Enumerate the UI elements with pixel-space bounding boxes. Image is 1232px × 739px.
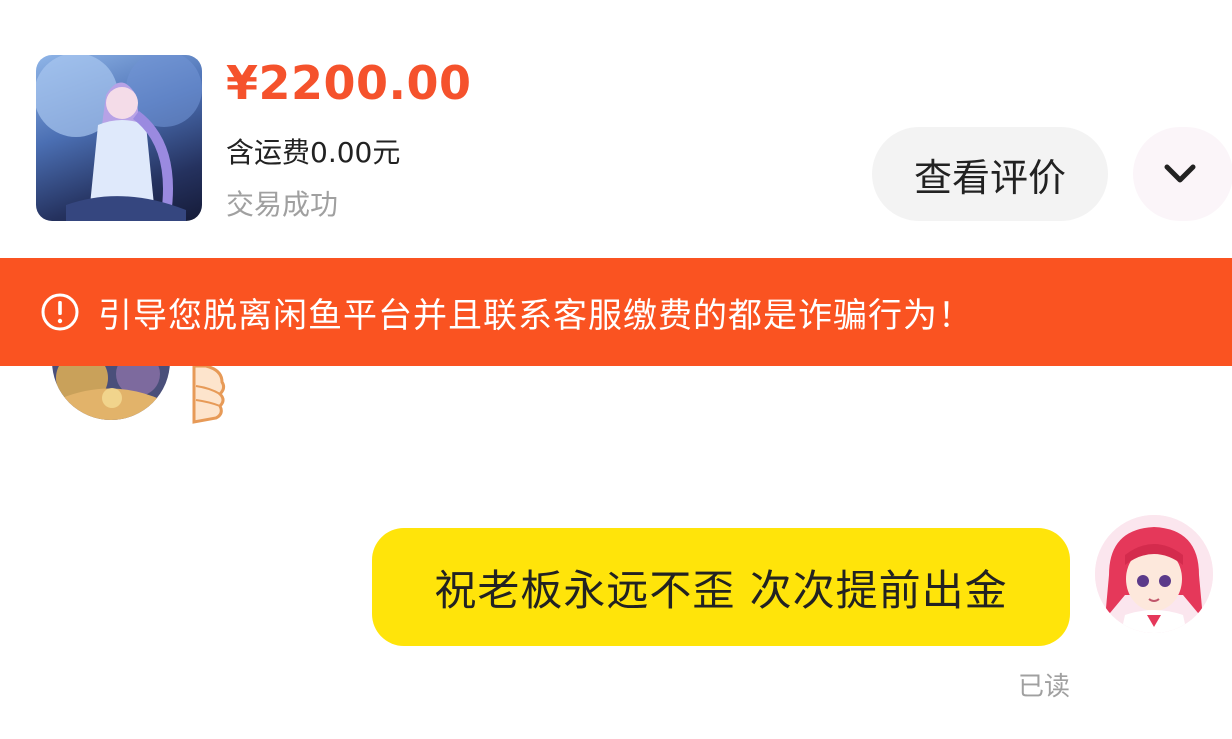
chevron-down-icon bbox=[1164, 164, 1196, 183]
view-review-label: 查看评价 bbox=[913, 155, 1066, 200]
message-text: 祝老板永远不歪 次次提前出金 bbox=[434, 565, 1008, 615]
product-thumbnail[interactable] bbox=[36, 55, 202, 221]
my-message-bubble[interactable]: 祝老板永远不歪 次次提前出金 bbox=[372, 528, 1070, 646]
view-review-button[interactable]: 查看评价 bbox=[872, 127, 1108, 221]
fraud-warning-banner: 引导您脱离闲鱼平台并且联系客服缴费的都是诈骗行为！ bbox=[0, 258, 1232, 366]
expand-button[interactable] bbox=[1133, 127, 1232, 221]
shipping-fee: 含运费0.00元 bbox=[226, 136, 401, 169]
read-status: 已读 bbox=[1018, 672, 1071, 702]
trade-status: 交易成功 bbox=[226, 188, 339, 221]
chat-screen: ¥2200.00 含运费0.00元 交易成功 查看评价 引导您脱离闲鱼平台并且联… bbox=[0, 0, 1232, 739]
thumbs-up-sticker bbox=[192, 364, 226, 428]
price: ¥2200.00 bbox=[226, 56, 472, 110]
my-avatar[interactable] bbox=[1095, 515, 1213, 633]
exclamation-circle-icon bbox=[41, 293, 79, 331]
warning-text: 引导您脱离闲鱼平台并且联系客服缴费的都是诈骗行为！ bbox=[98, 295, 973, 336]
